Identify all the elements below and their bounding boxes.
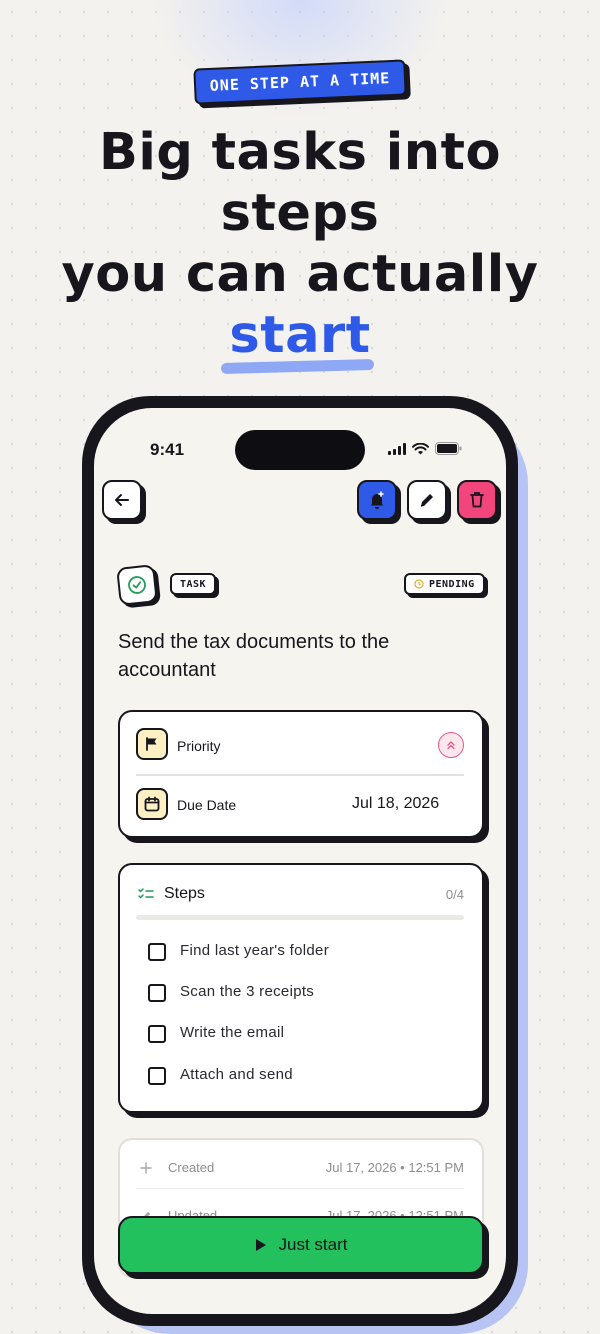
task-type-label: TASK (180, 578, 207, 590)
step-checkbox[interactable] (148, 943, 166, 961)
steps-card: Steps 0/4 Find last year's folder Scan t… (118, 863, 484, 1113)
headline-line-3: you can actually (61, 245, 539, 304)
trash-icon (470, 492, 484, 508)
headline-line-1: Big tasks into (98, 123, 501, 182)
list-check-icon (138, 888, 154, 899)
steps-count: 0/4 (445, 887, 464, 902)
step-checkbox[interactable] (148, 984, 166, 1002)
task-type-chip: TASK (170, 573, 217, 595)
due-date-value[interactable]: Jul 18, 2026 (352, 795, 439, 813)
dynamic-island (235, 430, 365, 470)
signal-icon (388, 442, 406, 455)
steps-heading: Steps (164, 885, 205, 902)
chevrons-up-icon (447, 741, 455, 750)
arrow-left-icon (115, 494, 129, 506)
phone-frame: 9:41 TASK PENDING Send the tax documents… (82, 396, 518, 1326)
created-value: Jul 17, 2026 • 12:51 PM (325, 1160, 464, 1175)
priority-indicator[interactable] (438, 732, 464, 758)
status-time: 9:41 (150, 440, 185, 459)
battery-icon (435, 442, 462, 455)
step-label: Attach and send (180, 1066, 293, 1083)
details-card: Priority Due Date Jul 18, 2026 (118, 710, 484, 838)
calendar-icon (144, 796, 160, 812)
step-item[interactable]: Attach and send (120, 1059, 482, 1095)
flag-icon (146, 737, 157, 751)
priority-label: Priority (177, 738, 221, 754)
delete-button[interactable] (457, 480, 497, 520)
task-check-badge[interactable] (116, 564, 158, 606)
headline-accent: start (229, 306, 371, 365)
status-chip-label: PENDING (429, 578, 475, 590)
headline-line-2: steps (220, 184, 380, 243)
status-bar: 9:41 (94, 408, 506, 470)
reminder-button[interactable] (357, 480, 397, 520)
priority-icon-box (136, 728, 168, 760)
back-button[interactable] (102, 480, 142, 520)
steps-progress-track (136, 915, 464, 920)
step-item[interactable]: Scan the 3 receipts (120, 976, 482, 1012)
just-start-button[interactable]: Just start (118, 1216, 484, 1274)
bell-plus-icon (370, 491, 384, 509)
check-circle-icon (128, 576, 146, 594)
step-label: Scan the 3 receipts (180, 983, 315, 1000)
status-chip: PENDING (404, 573, 485, 595)
plus-icon (140, 1162, 152, 1174)
task-title: Send the tax documents to the accountant (118, 631, 390, 681)
due-date-icon-box (136, 788, 168, 820)
meta-divider (136, 1188, 464, 1189)
due-date-label: Due Date (177, 797, 237, 813)
edit-button[interactable] (407, 480, 447, 520)
phone-screen: 9:41 TASK PENDING Send the tax documents… (94, 408, 506, 1314)
clock-icon (414, 579, 424, 589)
kicker-badge: ONE STEP AT A TIME (193, 59, 411, 109)
wifi-icon (412, 442, 429, 454)
step-label: Find last year's folder (180, 942, 329, 959)
step-item[interactable]: Write the email (120, 1017, 482, 1053)
just-start-label: Just start (278, 1235, 348, 1254)
pencil-icon (420, 494, 433, 507)
step-checkbox[interactable] (148, 1067, 166, 1085)
headline: Big tasks into steps you can actually st… (0, 122, 600, 366)
step-label: Write the email (180, 1024, 285, 1041)
system-icons (388, 442, 462, 455)
details-divider (136, 774, 464, 776)
play-icon (255, 1239, 266, 1251)
created-label: Created (168, 1160, 215, 1175)
step-item[interactable]: Find last year's folder (120, 935, 482, 971)
step-checkbox[interactable] (148, 1025, 166, 1043)
